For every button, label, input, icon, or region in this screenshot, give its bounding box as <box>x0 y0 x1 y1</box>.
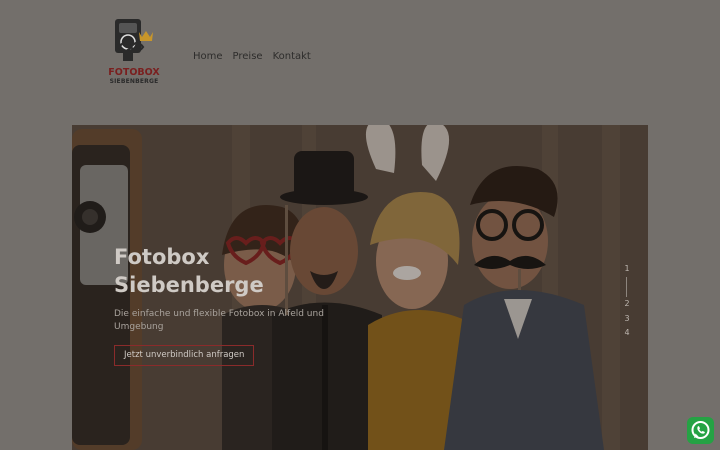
active-slide-indicator <box>626 277 627 297</box>
nav-kontakt[interactable]: Kontakt <box>273 51 311 62</box>
hero-slider: Fotobox Siebenberge Die einfache und fle… <box>72 125 648 450</box>
hero-title: Fotobox Siebenberge <box>114 245 264 297</box>
logo[interactable]: FOTOBOX SIEBENBERGE <box>103 16 165 88</box>
camera-logo-icon <box>115 19 153 61</box>
slide-dot-3[interactable]: 3 <box>620 314 634 323</box>
slide-dot-4[interactable]: 4 <box>620 328 634 337</box>
whatsapp-icon <box>691 421 710 439</box>
nav-preise[interactable]: Preise <box>233 51 263 62</box>
brand-name: FOTOBOX <box>108 67 160 78</box>
inquiry-button[interactable]: Jetzt unverbindlich anfragen <box>114 345 255 366</box>
slide-dot-1[interactable]: 1 <box>620 264 634 273</box>
brand-subname: SIEBENBERGE <box>109 78 159 85</box>
hero-subtitle: Die einfache und flexible Fotobox in Alf… <box>114 309 324 332</box>
main-nav: Home Preise Kontakt <box>193 51 311 62</box>
slide-dot-2[interactable]: 2 <box>620 299 634 308</box>
whatsapp-button[interactable] <box>687 417 714 444</box>
nav-home[interactable]: Home <box>193 51 223 62</box>
